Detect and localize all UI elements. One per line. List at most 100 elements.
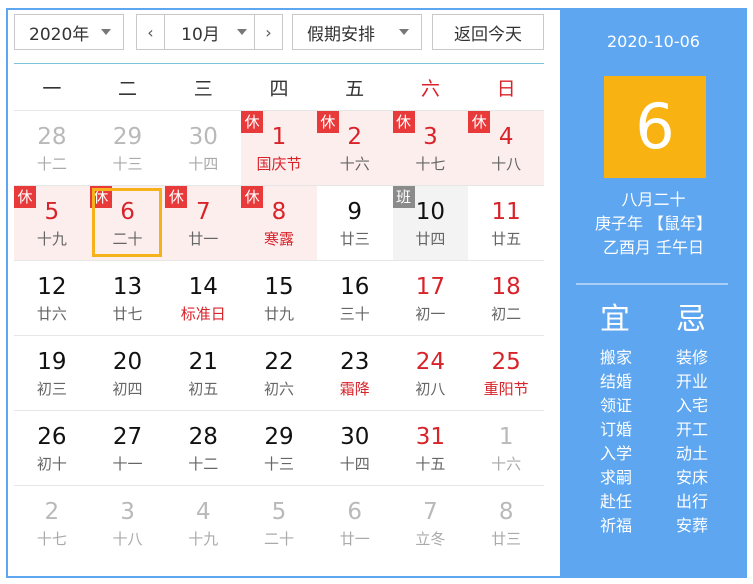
lunar-label: 十七 [36,530,67,548]
calendar-day-cell[interactable]: 8 廿三 [468,485,544,560]
weekday-label: 日 [496,78,516,100]
year-select[interactable]: 2020年 [14,14,124,50]
ji-title: 忌 [676,302,706,337]
calendar-day-cell[interactable]: 22 初六 [241,335,317,410]
calendar-day-cell[interactable]: 2 十七 [14,485,90,560]
calendar-day-cell[interactable]: 23 霜降 [316,335,393,410]
day-number: 24 [415,349,446,375]
day-number: 21 [188,349,218,375]
calendar-day-cell[interactable]: 30 十四 [165,110,242,185]
calendar-day-cell[interactable]: 15 廿九 [241,260,317,335]
calendar-day-cell[interactable]: 班 10 廿四 [392,185,469,260]
calendar-day-cell[interactable]: 12 廿六 [14,260,90,335]
calendar-day-cell[interactable]: 休 1 国庆节 [241,110,317,185]
weekday-label: 一 [42,78,62,100]
calendar-day-cell[interactable]: 休 4 十八 [468,110,544,185]
day-number: 27 [112,424,143,450]
calendar-day-cell[interactable]: 19 初三 [14,335,90,410]
lunar-label: 廿九 [263,305,294,323]
calendar-day-cell[interactable]: 7 立冬 [392,485,469,560]
calendar-day-cell[interactable]: 25 重阳节 [468,335,544,410]
lunar-info: 八月二十 庚子年 【鼠年】 乙酉月 壬午日 [560,188,747,260]
calendar-day-cell[interactable]: 28 十二 [165,410,242,485]
rest-day-badge: 休 [89,186,112,208]
month-select-value[interactable]: 10月 [165,20,230,45]
calendar-day-cell[interactable]: 17 初一 [392,260,469,335]
day-number: 16 [340,274,370,300]
day-number: 14 [188,274,218,300]
calendar-day-cell[interactable]: 9 廿三 [316,185,393,260]
lunar-label: 初四 [112,380,143,398]
yi-item: 结婚 [600,372,633,391]
year-select-value: 2020年 [29,24,90,45]
calendar-day-cell[interactable]: 20 初四 [89,335,166,410]
yi-item: 祈福 [600,516,633,535]
next-month-button[interactable]: › [254,15,282,49]
rest-day-badge: 休 [241,186,264,208]
calendar-day-cell[interactable]: 13 廿七 [89,260,166,335]
calendar-day-cell[interactable]: 休 8 寒露 [241,185,317,260]
lunar-label: 十八 [112,530,143,548]
calendar-day-cell[interactable]: 26 初十 [14,410,90,485]
chevron-down-icon[interactable] [230,15,254,49]
weekday-label: 三 [193,78,213,100]
rest-day-badge: 休 [316,111,339,133]
lunar-label: 十七 [415,155,446,173]
day-number: 3 [120,499,135,525]
ji-item: 安床 [676,468,709,487]
day-number: 17 [415,274,446,300]
calendar-day-cell[interactable]: 3 十八 [89,485,166,560]
ji-list: 装修 开业 入宅 开工 动土 安床 出行 安葬 [676,346,708,538]
lunar-label: 十八 [491,155,522,173]
calendar-day-cell[interactable]: 1 十六 [468,410,544,485]
holiday-select[interactable]: 假期安排 [292,14,422,50]
lunar-label: 廿三 [491,530,522,548]
lunar-label: 二十 [263,530,294,548]
day-number: 20 [112,349,143,375]
calendar-day-cell[interactable]: 30 十四 [316,410,393,485]
day-number: 12 [37,274,67,300]
day-number: 30 [188,124,218,150]
calendar-day-cell[interactable]: 休 5 十九 [14,185,90,260]
rest-day-badge: 休 [392,111,415,133]
ji-item: 动土 [676,444,709,463]
calendar-day-cell[interactable]: 5 二十 [241,485,317,560]
calendar-day-cell[interactable]: 16 三十 [316,260,393,335]
yi-item: 订婚 [600,420,633,439]
lunar-year: 庚子年 【鼠年】 [594,214,713,233]
calendar-day-cell[interactable]: 18 初二 [468,260,544,335]
day-number: 19 [37,349,67,375]
day-number: 28 [188,424,218,450]
lunar-label: 二十 [112,230,143,248]
calendar-day-cell[interactable]: 休 2 十六 [316,110,393,185]
calendar-day-cell[interactable]: 28 十二 [14,110,90,185]
calendar-day-cell[interactable]: 29 十三 [89,110,166,185]
calendar-day-cell[interactable]: 29 十三 [241,410,317,485]
calendar-day-cell[interactable]: 4 十九 [165,485,242,560]
lunar-label: 初十 [36,455,67,473]
day-number: 5 [271,499,287,525]
calendar-day-cell[interactable]: 11 廿五 [468,185,544,260]
rest-day-badge: 休 [14,186,36,208]
prev-month-button[interactable]: ‹ [137,15,165,49]
calendar-day-cell[interactable]: 6 廿一 [316,485,393,560]
calendar-day-cell[interactable]: 14 标准日 [165,260,242,335]
yi-item: 领证 [600,396,633,415]
rest-day-badge: 休 [241,111,264,133]
calendar-day-cell[interactable]: 休 6 二十 [89,185,166,260]
calendar-day-cell[interactable]: 休 7 廿一 [165,185,242,260]
day-number: 30 [340,424,370,450]
back-to-today-button[interactable]: 返回今天 [432,14,544,50]
calendar-day-cell[interactable]: 24 初八 [392,335,469,410]
calendar-day-cell[interactable]: 27 十一 [89,410,166,485]
lunar-label: 廿六 [36,305,67,323]
day-number: 11 [491,199,521,225]
lunar-label: 十五 [415,455,446,473]
rest-day-badge: 休 [165,186,188,208]
lunar-label: 国庆节 [256,155,302,173]
lunar-label: 初一 [415,305,446,323]
calendar-day-cell[interactable]: 休 3 十七 [392,110,469,185]
day-number: 23 [340,349,370,375]
calendar-day-cell[interactable]: 21 初五 [165,335,242,410]
calendar-day-cell[interactable]: 31 十五 [392,410,469,485]
